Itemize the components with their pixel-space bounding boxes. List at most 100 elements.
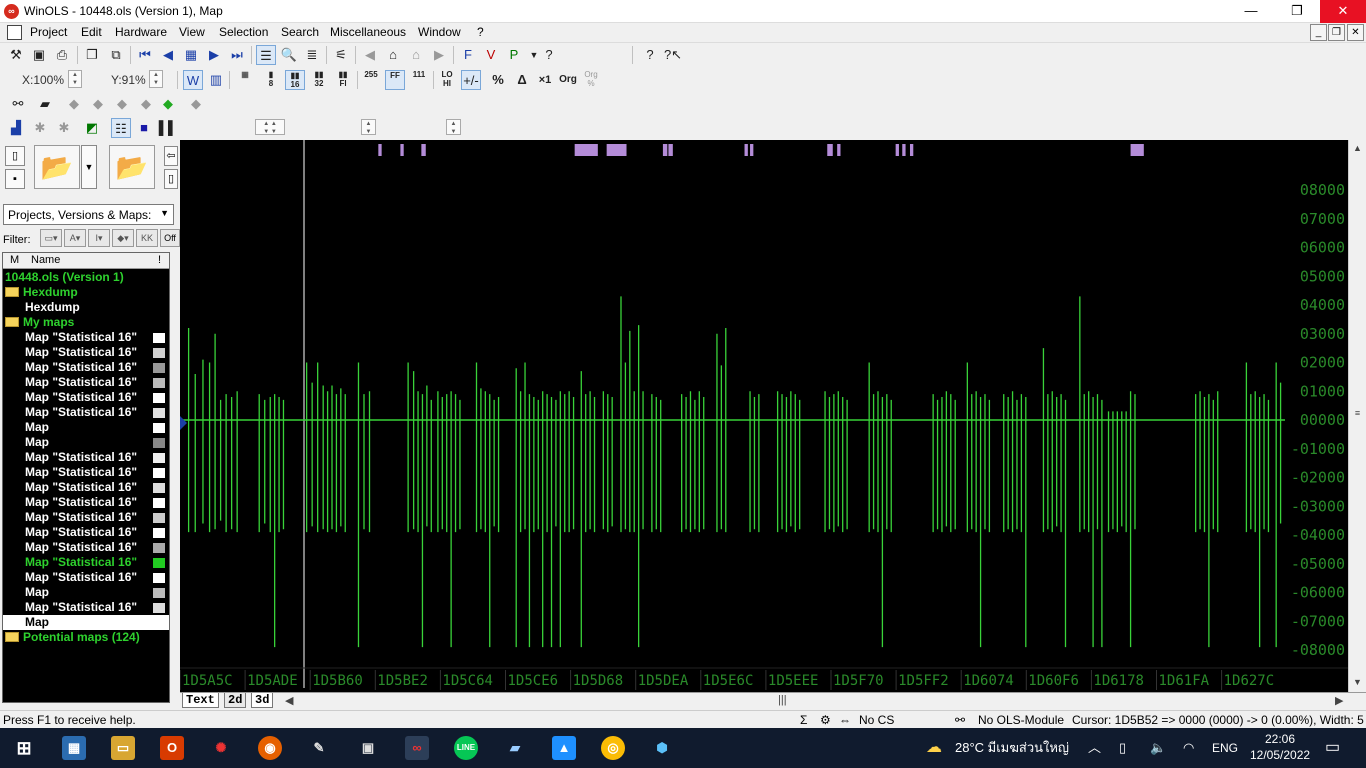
menu-view[interactable]: View bbox=[179, 25, 205, 39]
document-icon[interactable] bbox=[7, 25, 22, 40]
context-help-icon[interactable]: ?↖ bbox=[663, 45, 683, 65]
tree-item[interactable]: Map "Statistical 16" bbox=[3, 540, 169, 555]
search-map-icon[interactable]: 🔍 bbox=[279, 45, 299, 65]
windows-start-icon[interactable]: ⊞ bbox=[12, 736, 36, 760]
export-icon[interactable]: ▯ bbox=[164, 169, 178, 189]
remote-app-icon[interactable]: ▣ bbox=[356, 736, 380, 760]
window-icon[interactable]: ❐ bbox=[82, 45, 102, 65]
tree-item[interactable]: 10448.ols (Version 1) bbox=[3, 270, 169, 285]
chevron-up-icon[interactable]: ︿ bbox=[1088, 728, 1101, 768]
tree-item[interactable]: Map "Statistical 16" bbox=[3, 495, 169, 510]
width-32-icon[interactable]: ▮▮ 32 bbox=[309, 70, 329, 90]
last-icon[interactable]: ⏭ bbox=[227, 45, 247, 65]
tree-item[interactable]: Map bbox=[3, 420, 169, 435]
hex-icon[interactable]: FF bbox=[385, 70, 405, 90]
menu-hardware[interactable]: Hardware bbox=[115, 25, 167, 39]
scroll-up-icon[interactable]: ▲ bbox=[1351, 143, 1364, 153]
download-icon[interactable]: ⌂ bbox=[406, 45, 426, 65]
zoom-y-spinner[interactable]: ▲ ▼ bbox=[149, 70, 163, 88]
mdi-close-button[interactable]: ✕ bbox=[1347, 24, 1364, 41]
tree-item[interactable]: Map bbox=[3, 615, 169, 630]
tree-item[interactable]: Map "Statistical 16" bbox=[3, 600, 169, 615]
chrome-icon[interactable]: ◎ bbox=[601, 736, 625, 760]
open-folder-icon[interactable]: 📂 bbox=[34, 145, 80, 189]
v-box-icon[interactable]: V bbox=[481, 45, 501, 65]
tree-item[interactable]: Map "Statistical 16" bbox=[3, 480, 169, 495]
winols-taskbar-icon[interactable]: ∞ bbox=[405, 736, 429, 760]
photos-icon[interactable]: ▲ bbox=[552, 736, 576, 760]
volume-icon[interactable]: 🔈 bbox=[1150, 728, 1166, 768]
tab-3d[interactable]: 3d bbox=[251, 693, 274, 708]
hardware-1-icon[interactable]: ◆ bbox=[64, 94, 84, 114]
tree-item[interactable]: Hexdump bbox=[3, 300, 169, 315]
tree-item[interactable]: Map "Statistical 16" bbox=[3, 360, 169, 375]
vertical-scrollbar[interactable]: ▲ ≡ ▼ bbox=[1348, 140, 1366, 692]
tree-item[interactable]: Map "Statistical 16" bbox=[3, 390, 169, 405]
tree-view-icon[interactable]: ☰ bbox=[256, 45, 276, 65]
grid-icon[interactable]: ▦ bbox=[181, 45, 201, 65]
tree-item[interactable]: Map "Statistical 16" bbox=[3, 525, 169, 540]
upload-icon[interactable]: ⌂ bbox=[383, 45, 403, 65]
hardware-2-icon[interactable]: ◆ bbox=[88, 94, 108, 114]
original-icon[interactable]: Org bbox=[558, 70, 578, 90]
tree-item[interactable]: Map bbox=[3, 435, 169, 450]
filter-off-button[interactable]: Off bbox=[160, 229, 180, 247]
spinner-2[interactable]: ▲ ▼ bbox=[361, 119, 376, 135]
clock[interactable]: 22:06 12/05/2022 bbox=[1250, 731, 1310, 763]
previous-icon[interactable]: ◀ bbox=[158, 45, 178, 65]
menu-selection[interactable]: Selection bbox=[219, 25, 268, 39]
hardware-tray-icon[interactable]: ▯ bbox=[1119, 728, 1126, 768]
tree-item[interactable]: Map bbox=[3, 585, 169, 600]
scroll-thumb[interactable]: ≡ bbox=[1351, 408, 1364, 418]
tree-item[interactable]: Map "Statistical 16" bbox=[3, 375, 169, 390]
color-square-icon[interactable]: ■ bbox=[134, 118, 154, 138]
tree-item[interactable]: Map "Statistical 16" bbox=[3, 450, 169, 465]
hardware-3-icon[interactable]: ◆ bbox=[112, 94, 132, 114]
maximize-button[interactable]: ❐ bbox=[1274, 0, 1320, 23]
menu-edit[interactable]: Edit bbox=[81, 25, 102, 39]
tree-item[interactable]: Map "Statistical 16" bbox=[3, 465, 169, 480]
back-icon[interactable]: ◀ bbox=[360, 45, 380, 65]
filter-1-button[interactable]: ▭▾ bbox=[40, 229, 62, 247]
column-excl[interactable]: ! bbox=[158, 254, 161, 266]
weather-icon[interactable]: ☁ bbox=[926, 728, 942, 768]
chart-icon[interactable]: ▟ bbox=[6, 118, 26, 138]
menu-window[interactable]: Window bbox=[418, 25, 461, 39]
tree-item[interactable]: Hexdump bbox=[3, 285, 169, 300]
print-icon[interactable]: ⎙ bbox=[52, 45, 72, 65]
grid-small-icon[interactable]: ▦ bbox=[235, 70, 255, 90]
language-indicator[interactable]: ENG bbox=[1212, 728, 1238, 768]
help-icon[interactable]: ? bbox=[640, 45, 660, 65]
sign-icon[interactable]: +/- bbox=[461, 70, 481, 90]
factor-icon[interactable]: ×1 bbox=[535, 70, 555, 90]
tree-item[interactable]: Map "Statistical 16" bbox=[3, 345, 169, 360]
menu-search[interactable]: Search bbox=[281, 25, 319, 39]
map-list-icon[interactable]: ≣ bbox=[302, 45, 322, 65]
question-icon[interactable]: ? bbox=[539, 45, 559, 65]
zoom-x-spinner[interactable]: ▲ ▼ bbox=[68, 70, 82, 88]
open-recent-folder-icon[interactable]: 📂 bbox=[109, 145, 155, 189]
hardware-4-icon[interactable]: ◆ bbox=[136, 94, 156, 114]
tree-item[interactable]: Map "Statistical 16" bbox=[3, 555, 169, 570]
import-icon[interactable]: ⇦ bbox=[164, 146, 178, 166]
file-explorer-icon[interactable]: ▭ bbox=[111, 736, 135, 760]
notification-icon[interactable]: ▭ bbox=[1325, 728, 1340, 768]
binary-icon[interactable]: 111 bbox=[409, 70, 429, 90]
next-icon[interactable]: ▶ bbox=[204, 45, 224, 65]
office-icon[interactable]: O bbox=[160, 736, 184, 760]
close-button[interactable]: ✕ bbox=[1320, 0, 1366, 23]
mdi-restore-button[interactable]: ❐ bbox=[1328, 24, 1345, 41]
tools-icon[interactable]: ⚒ bbox=[6, 45, 26, 65]
projects-combo[interactable]: Projects, Versions & Maps: ▼ bbox=[3, 204, 174, 225]
bubbles-app-icon[interactable]: ⬢ bbox=[650, 736, 674, 760]
open-dropdown-icon[interactable]: ▼ bbox=[81, 145, 97, 189]
save-icon[interactable]: ▪ bbox=[5, 169, 25, 189]
delta-icon[interactable]: Δ bbox=[512, 70, 532, 90]
magic-2-icon[interactable]: ✱ bbox=[54, 118, 74, 138]
first-icon[interactable]: ⏮ bbox=[135, 45, 155, 65]
lohi-icon[interactable]: LO HI bbox=[437, 70, 457, 90]
tree-item[interactable]: Map "Statistical 16" bbox=[3, 510, 169, 525]
width-16-icon[interactable]: ▮▮ 16 bbox=[285, 70, 305, 90]
line-app-icon[interactable]: LINE bbox=[454, 736, 478, 760]
scroll-down-icon[interactable]: ▼ bbox=[1351, 677, 1364, 687]
